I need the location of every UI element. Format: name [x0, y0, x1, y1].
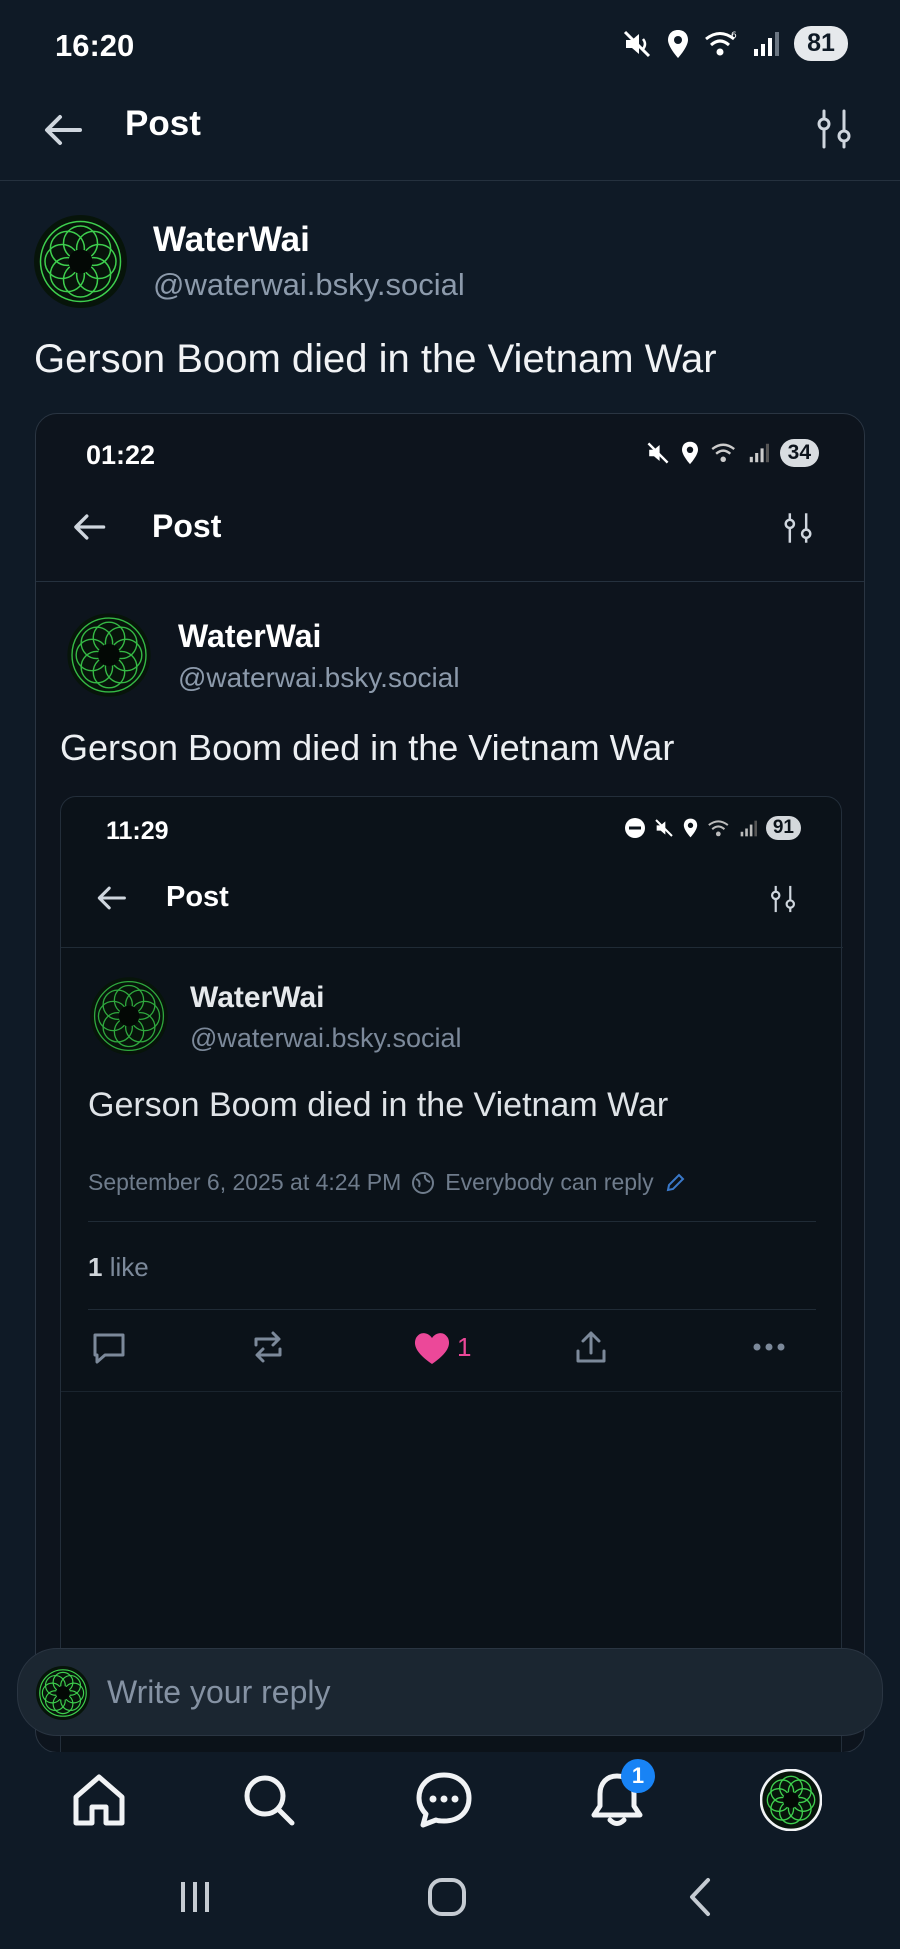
- reply-icon: [93, 1333, 125, 1364]
- signal-icon: [754, 31, 779, 56]
- reply-input-placeholder[interactable]: Write your reply: [107, 1674, 330, 1711]
- likes-label: like: [109, 1252, 149, 1282]
- page-title: Post: [125, 104, 201, 143]
- status-icons: 6 81: [622, 26, 848, 61]
- edit-pencil-icon: [666, 1173, 685, 1191]
- embed-battery: 34: [779, 439, 819, 467]
- thread-settings-icon: [771, 885, 795, 913]
- post-author[interactable]: WaterWai @waterwai.bsky.social: [34, 215, 854, 311]
- bottom-tab-bar: [0, 1752, 900, 1848]
- embed-status-time: 01:22: [86, 440, 156, 470]
- inner-author-name: WaterWai: [190, 981, 325, 1014]
- profile-avatar-icon[interactable]: [760, 1769, 822, 1831]
- repost-icon: [254, 1331, 282, 1363]
- inner-embedded-image: 11:29 91 Post WaterWai @waterwai.bsky.so…: [60, 796, 843, 1752]
- likes-summary: 1 like: [88, 1252, 149, 1283]
- location-icon: [683, 818, 698, 838]
- location-icon: [681, 441, 698, 465]
- system-navigation-bar: [0, 1848, 900, 1949]
- divider: [36, 581, 864, 582]
- top-header: Post: [0, 95, 900, 181]
- reply-composer[interactable]: Write your reply: [17, 1648, 883, 1736]
- post-date: September 6, 2025 at 4:24 PM: [88, 1169, 402, 1195]
- more-options-icon: [753, 1343, 785, 1351]
- dnd-icon: [624, 818, 645, 838]
- back-arrow-icon: [97, 886, 126, 910]
- avatar: [36, 1666, 90, 1720]
- inner-battery: 91: [765, 816, 801, 840]
- globe-icon: [412, 1171, 435, 1194]
- inner-header-title: Post: [166, 881, 229, 913]
- search-icon[interactable]: [238, 1769, 300, 1831]
- notifications-badge: 1: [621, 1759, 655, 1793]
- back-arrow-icon[interactable]: [40, 105, 90, 155]
- wifi-icon: [711, 443, 735, 463]
- embed-author-handle: @waterwai.bsky.social: [178, 662, 460, 693]
- mute-icon: [655, 819, 673, 837]
- likes-count: 1: [88, 1252, 103, 1282]
- reply-setting: Everybody can reply: [445, 1169, 654, 1195]
- signal-icon: [749, 443, 769, 463]
- back-button-icon[interactable]: [670, 1872, 730, 1922]
- signal-icon: [740, 820, 757, 836]
- back-arrow-icon: [74, 514, 106, 540]
- share-icon: [576, 1331, 606, 1363]
- svg-text:6: 6: [731, 31, 737, 41]
- author-handle[interactable]: @waterwai.bsky.social: [153, 267, 465, 303]
- inner-post-text: Gerson Boom died in the Vietnam War: [88, 1086, 669, 1124]
- avatar-flower-icon: [35, 216, 126, 307]
- divider: [61, 1391, 843, 1392]
- inner-status-icons: 91: [624, 816, 801, 840]
- wifi-icon: [708, 819, 729, 836]
- home-icon[interactable]: [68, 1769, 130, 1831]
- recent-apps-icon[interactable]: [165, 1872, 225, 1922]
- embed-status-icons: 34: [646, 439, 819, 467]
- thread-settings-icon: [784, 513, 812, 543]
- like-heart-icon: [414, 1333, 450, 1364]
- home-button-icon[interactable]: [417, 1872, 477, 1922]
- post-meta: September 6, 2025 at 4:24 PM Everybody c…: [88, 1169, 686, 1196]
- divider: [61, 947, 843, 948]
- mute-icon: [647, 442, 669, 464]
- avatar: [90, 977, 168, 1055]
- status-bar: 16:20 6 81: [0, 0, 900, 95]
- thread-settings-icon[interactable]: [812, 107, 856, 151]
- like-action-count: 1: [457, 1332, 472, 1362]
- embed-header-title: Post: [152, 508, 222, 544]
- avatar[interactable]: [34, 215, 127, 308]
- wifi-icon: 6: [705, 31, 737, 55]
- chat-icon[interactable]: [413, 1769, 475, 1831]
- embed-post-text: Gerson Boom died in the Vietnam War: [60, 727, 675, 768]
- embedded-image[interactable]: 01:22 34 Post WaterWai @waterwai.bsky.so…: [35, 413, 865, 1753]
- inner-author-handle: @waterwai.bsky.social: [190, 1023, 462, 1053]
- embed-author-name: WaterWai: [178, 618, 322, 654]
- avatar: [67, 613, 151, 697]
- author-name[interactable]: WaterWai: [153, 220, 310, 260]
- location-icon: [668, 29, 688, 58]
- post-text: Gerson Boom died in the Vietnam War: [34, 337, 717, 381]
- battery-indicator: 81: [794, 26, 848, 61]
- status-time: 16:20: [55, 28, 135, 63]
- mute-icon: [623, 30, 651, 57]
- divider: [88, 1221, 816, 1222]
- inner-status-time: 11:29: [106, 817, 169, 845]
- avatar-flower-icon: [36, 1666, 90, 1720]
- divider: [88, 1309, 816, 1310]
